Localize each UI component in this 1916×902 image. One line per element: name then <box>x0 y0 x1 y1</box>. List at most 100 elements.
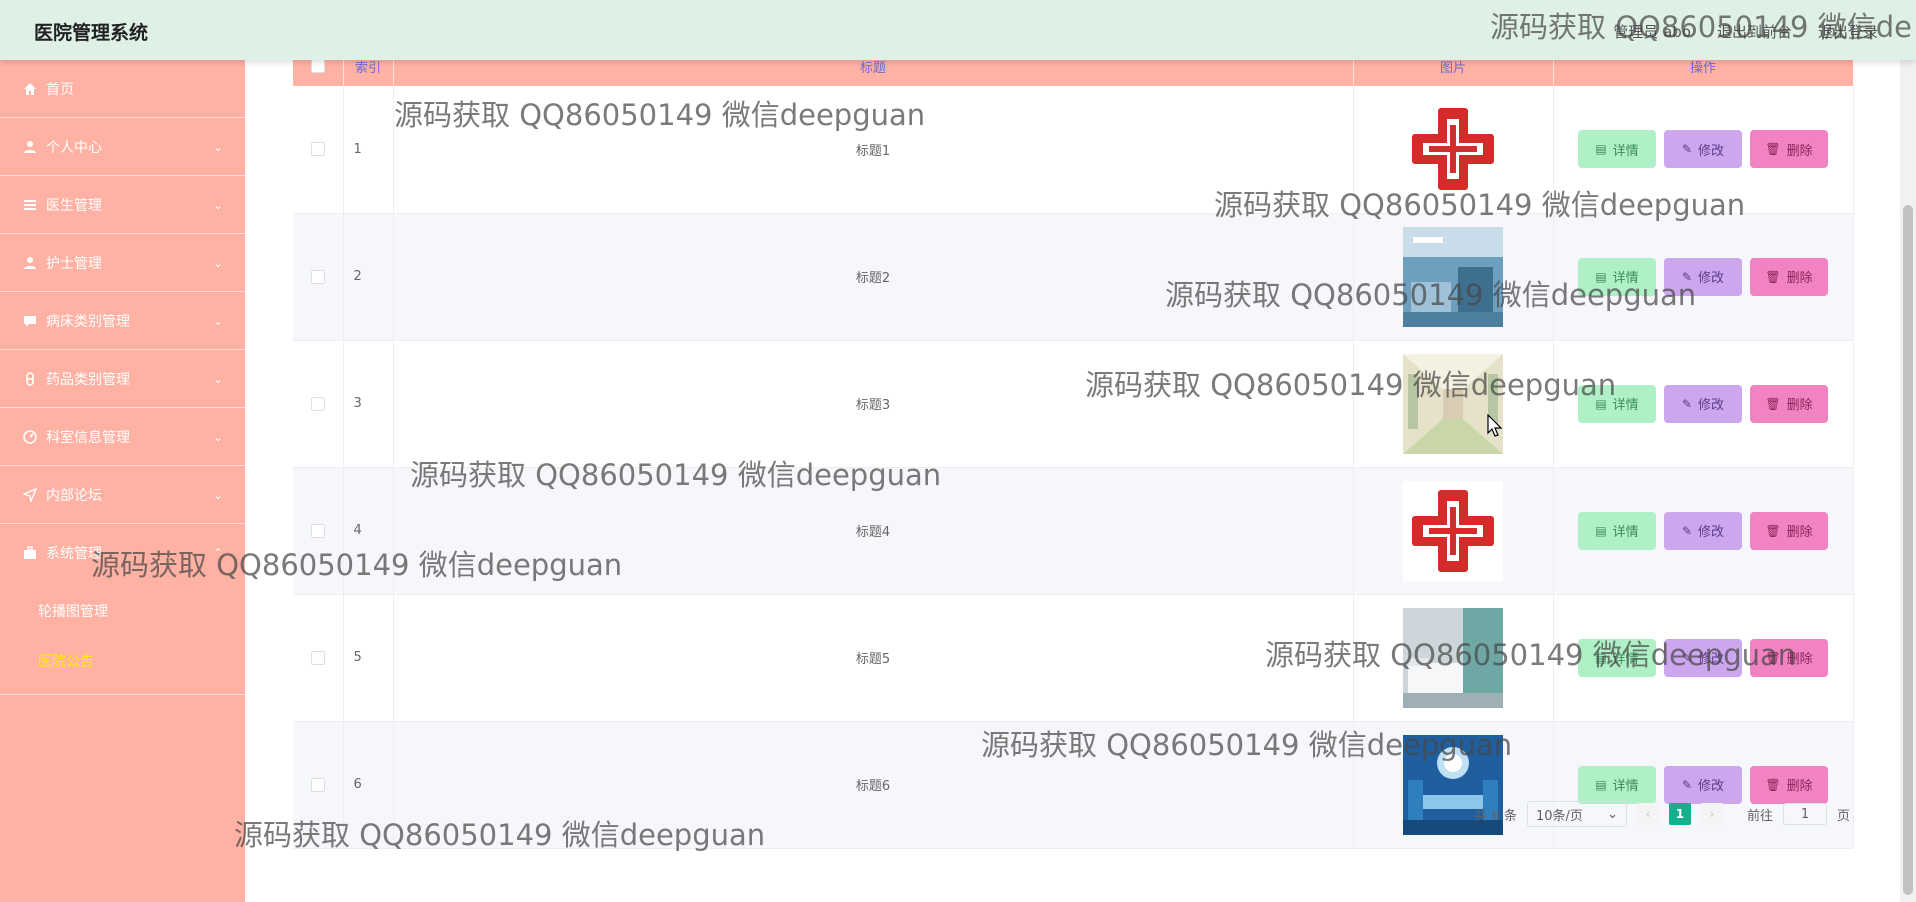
sidebar-item-label: 科室信息管理 <box>46 429 130 446</box>
chevron-down-icon: ⌄ <box>212 372 223 386</box>
edit-icon: ✎ <box>1681 396 1693 411</box>
row-index: 1 <box>343 86 394 214</box>
row-select-cell[interactable] <box>293 594 344 722</box>
row-actions: ▤ 详情 ✎ 修改 🗑 删除 <box>1553 721 1854 849</box>
sidebar-item-home[interactable]: 首页 <box>0 60 245 118</box>
delete-button-label: 删除 <box>1786 779 1813 794</box>
edit-button[interactable]: ✎ 修改 <box>1664 384 1742 423</box>
sidebar-item-nurse-management[interactable]: 护士管理 ⌄ <box>0 234 245 292</box>
sidebar-item-internal-forum[interactable]: 内部论坛 ⌄ <box>0 466 245 524</box>
detail-button[interactable]: ▤ 详情 <box>1578 130 1656 169</box>
trash-icon: 🗑 <box>1765 269 1781 284</box>
row-image <box>1353 467 1554 595</box>
row-checkbox[interactable] <box>310 269 325 284</box>
next-page-button[interactable]: › <box>1700 803 1723 825</box>
detail-button[interactable]: ▤ 详情 <box>1578 765 1656 804</box>
prev-page-button[interactable]: ‹ <box>1636 803 1659 825</box>
trash-icon: 🗑 <box>1765 142 1781 157</box>
watermark: 源码获取 QQ86050149 微信de <box>1490 10 1912 44</box>
delete-button-label: 删除 <box>1786 398 1813 413</box>
select-all-checkbox[interactable] <box>310 59 325 73</box>
row-checkbox[interactable] <box>310 142 325 157</box>
goto-page-input[interactable]: 1 <box>1782 803 1827 825</box>
row-title: 标题5 <box>393 594 1354 722</box>
scrollbar-thumb[interactable] <box>1903 205 1913 895</box>
edit-button[interactable]: ✎ 修改 <box>1664 511 1742 550</box>
delete-button[interactable]: 🗑 删除 <box>1750 765 1828 804</box>
table-row: 3 标题3 ▤ 详情 ✎ 修改 🗑 删除 <box>293 340 1854 468</box>
row-select-cell[interactable] <box>293 86 344 214</box>
delete-button-label: 删除 <box>1786 143 1813 159</box>
detail-button-label: 详情 <box>1612 398 1639 413</box>
delete-button[interactable]: 🗑 删除 <box>1750 384 1828 423</box>
row-select-cell[interactable] <box>293 340 344 468</box>
trash-icon: 🗑 <box>1765 523 1781 538</box>
edit-icon: ✎ <box>1681 142 1693 157</box>
trash-icon: 🗑 <box>1765 777 1781 792</box>
dashboard-icon <box>22 429 38 445</box>
vertical-scrollbar[interactable] <box>1900 60 1916 902</box>
user-icon <box>22 255 38 271</box>
delete-button[interactable]: 🗑 删除 <box>1750 130 1828 169</box>
home-icon <box>22 81 38 97</box>
row-actions: ▤ 详情 ✎ 修改 🗑 删除 <box>1553 467 1854 595</box>
watermark: 源码获取 QQ86050149 微信deepguan <box>234 818 766 852</box>
mouse-cursor-icon <box>1487 413 1503 442</box>
row-checkbox[interactable] <box>310 777 325 792</box>
detail-button-label: 详情 <box>1612 779 1639 794</box>
chevron-down-icon: ⌄ <box>212 314 223 328</box>
row-checkbox[interactable] <box>310 523 325 538</box>
submenu-item-carousel[interactable]: 轮播图管理 <box>0 586 245 636</box>
delete-button[interactable]: 🗑 删除 <box>1750 257 1828 296</box>
detail-button-label: 详情 <box>1612 525 1639 540</box>
page-number-current[interactable]: 1 <box>1668 803 1691 825</box>
page-size-select[interactable]: 10条/页 ⌄ <box>1526 801 1627 827</box>
sidebar-item-personal-center[interactable]: 个人中心 ⌄ <box>0 118 245 176</box>
chat-icon <box>22 313 38 329</box>
row-checkbox[interactable] <box>310 396 325 411</box>
sidebar-item-department-info[interactable]: 科室信息管理 ⌄ <box>0 408 245 466</box>
edit-button[interactable]: ✎ 修改 <box>1664 130 1742 169</box>
sidebar-item-label: 首页 <box>46 81 74 98</box>
edit-button-label: 修改 <box>1698 398 1725 413</box>
edit-button-label: 修改 <box>1698 271 1725 286</box>
send-icon <box>22 487 38 503</box>
pagination-total: 共 6 条 <box>1474 808 1517 824</box>
watermark: 源码获取 QQ86050149 微信deepguan <box>1214 188 1746 222</box>
chevron-down-icon: ⌄ <box>212 256 223 270</box>
medicine-icon <box>22 371 38 387</box>
delete-button-label: 删除 <box>1786 271 1813 286</box>
briefcase-icon <box>22 545 38 561</box>
watermark: 源码获取 QQ86050149 微信deepguan <box>981 728 1513 762</box>
chevron-down-icon: ⌄ <box>212 430 223 444</box>
sidebar-item-label: 个人中心 <box>46 139 102 156</box>
sidebar: 首页 个人中心 ⌄ 医生管理 ⌄ 护士管理 ⌄ 病床类别管理 ⌄ 药品类别管理 … <box>0 60 245 902</box>
edit-button[interactable]: ✎ 修改 <box>1664 765 1742 804</box>
watermark: 源码获取 QQ86050149 微信deepguan <box>410 458 942 492</box>
submenu-item-hospital-notice[interactable]: 医院公告 <box>0 636 245 686</box>
row-index: 3 <box>343 340 394 468</box>
app-title: 医院管理系统 <box>34 22 149 44</box>
trash-icon: 🗑 <box>1765 396 1781 411</box>
system-submenu: 轮播图管理 医院公告 <box>0 582 245 695</box>
sidebar-item-label: 护士管理 <box>46 255 102 272</box>
detail-button[interactable]: ▤ 详情 <box>1578 511 1656 550</box>
row-checkbox[interactable] <box>310 650 325 665</box>
sidebar-item-medicine-category[interactable]: 药品类别管理 ⌄ <box>0 350 245 408</box>
edit-icon: ✎ <box>1681 523 1693 538</box>
row-select-cell[interactable] <box>293 213 344 341</box>
chevron-down-icon: ⌄ <box>212 198 223 212</box>
sidebar-item-doctor-management[interactable]: 医生管理 ⌄ <box>0 176 245 234</box>
page-suffix: 页 <box>1836 808 1850 824</box>
sidebar-item-bed-category[interactable]: 病床类别管理 ⌄ <box>0 292 245 350</box>
edit-button-label: 修改 <box>1698 779 1725 794</box>
document-icon: ▤ <box>1595 142 1607 157</box>
user-icon <box>22 139 38 155</box>
delete-button[interactable]: 🗑 删除 <box>1750 511 1828 550</box>
watermark: 源码获取 QQ86050149 微信deepguan <box>91 548 623 582</box>
sidebar-item-label: 药品类别管理 <box>46 371 130 388</box>
document-icon: ▤ <box>1595 523 1607 538</box>
watermark: 源码获取 QQ86050149 微信deepguan <box>394 98 926 132</box>
edit-icon: ✎ <box>1681 777 1693 792</box>
watermark: 源码获取 QQ86050149 微信deepguan <box>1085 368 1617 402</box>
